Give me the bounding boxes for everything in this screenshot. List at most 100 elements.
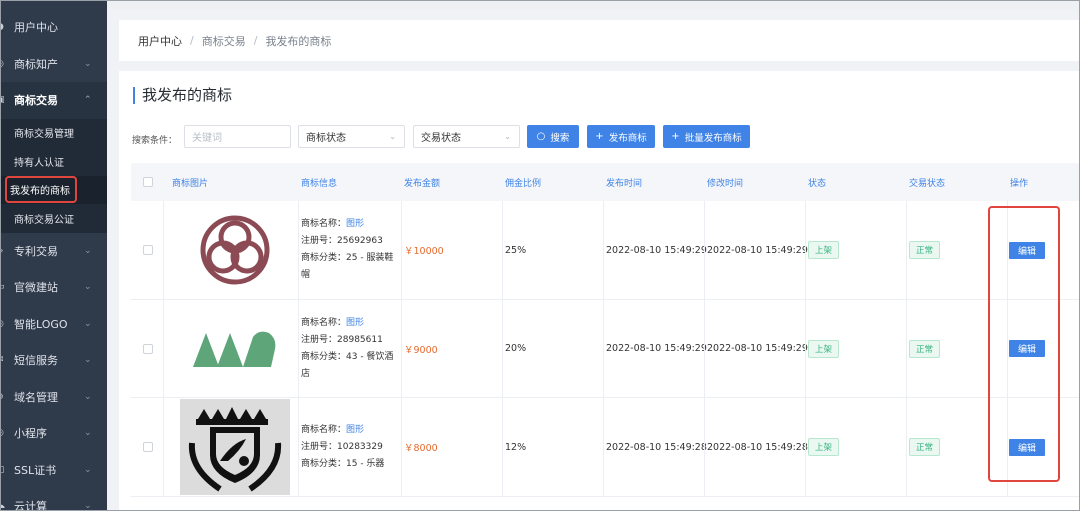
chevron-down-icon: ⌄ [84,428,92,439]
breadcrumb-item: 我发布的商标 [265,34,332,48]
sidebar-item-trademark-ip[interactable]: ◎ 商标知产 ⌄ [0,46,107,83]
trademark-logo-triangles [193,331,276,367]
modified-time: 2022-08-10 15:49:28 [707,441,808,453]
patent-icon: ◈ [0,246,6,256]
commission: 12% [505,441,527,453]
sidebar-item-label: 用户中心 [14,21,58,35]
header-status: 状态 [808,178,827,189]
breadcrumb-separator: / [253,34,258,47]
chevron-down-icon: ⌄ [84,318,92,329]
trademark-info: 商标名称：图形 注册号：28985611 商标分类：43 - 餐饮酒店 [301,317,394,379]
publish-button[interactable]: + 发布商标 [587,125,655,148]
row-checkbox[interactable] [143,442,153,452]
table-header: 商标图片 商标信息 发布金额 佣金比例 发布时间 修改时间 状态 交易状态 操作 [131,163,1080,201]
sidebar-item-trademark-trade[interactable]: ▣ 商标交易 ⌃ [0,82,107,119]
header-action: 操作 [1010,178,1029,189]
edit-button[interactable]: 编辑 [1009,340,1045,357]
trade-status-badge: 正常 [909,438,941,456]
submenu-item-trade-notary[interactable]: 商标交易公证 [0,204,107,233]
sidebar-item-sms[interactable]: ✉ 短信服务 ⌄ [0,342,107,379]
breadcrumb-item[interactable]: 商标交易 [202,33,246,49]
sidebar-item-label: 官微建站 [14,281,58,295]
keyword-input[interactable]: 关键词 [184,125,291,148]
column-divider [1007,201,1008,497]
row-checkbox[interactable] [143,343,153,354]
modified-time: 2022-08-10 15:49:29 [707,244,808,256]
sidebar-item-miniprogram[interactable]: ◎ 小程序 ⌄ [0,415,107,452]
trademark-name-link[interactable]: 图形 [346,425,364,435]
search-icon: ○ [536,131,546,142]
sidebar-item-domain[interactable]: ⊕ 域名管理 ⌄ [0,379,107,416]
trademark-logo-circles [200,215,270,285]
trademark-table: 商标图片 商标信息 发布金额 佣金比例 发布时间 修改时间 状态 交易状态 操作 [131,163,1080,497]
search-label: 搜索条件： [132,136,178,146]
sidebar-item-label: 云计算 [14,500,47,511]
trademark-status-select[interactable]: 商标状态 ⌄ [298,125,405,148]
sidebar-item-ssl[interactable]: ▢ SSL证书 ⌄ [0,452,107,489]
content-card: 我发布的商标 搜索条件： 关键词 商标状态 ⌄ 交易状态 ⌄ ○ 搜索 + 发布商标 +… [119,71,1080,511]
highlight-box: 我发布的商标 [5,176,77,204]
column-divider [401,201,402,497]
sidebar-item-website[interactable]: ▭ 官微建站 ⌄ [0,269,107,306]
circle-icon: ◎ [0,428,6,438]
chevron-down-icon: ⌄ [84,355,92,366]
trademark-image [172,201,298,299]
sidebar-item-label: 智能LOGO [14,317,68,331]
trade-status-select[interactable]: 交易状态 ⌄ [413,125,520,148]
trademark-name-link[interactable]: 图形 [346,318,364,328]
sidebar-item-label: 专利交易 [14,244,58,258]
chevron-down-icon: ⌄ [389,132,396,141]
published-time: 2022-08-10 15:49:29 [606,343,707,354]
modified-time: 2022-08-10 15:49:29 [707,343,808,354]
column-divider [603,201,604,497]
trade-status-badge: 正常 [909,241,941,259]
message-icon: ✉ [0,355,6,365]
sidebar-item-logo[interactable]: ◎ 智能LOGO ⌄ [0,306,107,343]
header-image: 商标图片 [172,178,209,189]
trademark-name-link[interactable]: 图形 [346,219,364,229]
batch-publish-button[interactable]: + 批量发布商标 [663,125,750,148]
breadcrumb-separator: / [190,34,194,47]
column-divider [906,201,907,497]
header-published: 发布时间 [606,178,643,189]
column-divider [805,201,806,497]
table-row: 商标名称：图形 注册号：28985611 商标分类：43 - 餐饮酒店 ￥900… [131,300,1080,398]
sidebar-item-patent[interactable]: ◈ 专利交易 ⌄ [0,233,107,270]
commission: 20% [505,343,527,354]
chevron-down-icon: ⌄ [84,282,92,293]
header-trade-status: 交易状态 [909,178,946,189]
breadcrumb-item[interactable]: 用户中心 [138,33,182,49]
monitor-icon: ▭ [0,282,5,293]
chevron-down-icon: ⌄ [84,391,92,402]
top-bar [107,0,1080,9]
column-divider [502,201,503,497]
sidebar-item-label: 商标知产 [14,57,58,71]
table-row: 商标名称：图形 注册号：25692963 商标分类：25 - 服装鞋帽 ￥100… [131,201,1080,300]
chevron-down-icon: ⌄ [84,58,92,69]
price: ￥9000 [404,344,438,356]
sidebar-item-user-center[interactable]: ● 用户中心 [0,9,107,46]
select-all-checkbox[interactable] [143,177,153,187]
trademark-image [172,300,298,398]
chevron-down-icon: ⌄ [84,464,92,475]
price: ￥10000 [404,246,444,257]
header-commission: 佣金比例 [505,178,542,189]
chevron-down-icon: ⌄ [84,245,92,256]
search-button[interactable]: ○ 搜索 [527,125,579,148]
globe-icon: ⊕ [0,392,6,402]
sidebar-item-cloud[interactable]: ☁ 云计算 ⌄ [0,488,107,511]
trademark-image [172,398,298,496]
commission: 25% [505,244,527,256]
circle-icon: ◎ [0,59,6,69]
submenu-item-trade-manage[interactable]: 商标交易管理 [0,118,107,147]
header-info: 商标信息 [301,178,338,189]
circle-icon: ◎ [0,319,6,329]
edit-button[interactable]: 编辑 [1009,438,1045,456]
plus-icon: + [595,131,604,142]
submenu-item-holder-auth[interactable]: 持有人认证 [0,147,107,176]
trademark-info: 商标名称：图形 注册号：10283329 商标分类：15 - 乐器 [301,424,385,469]
submenu-item-my-published[interactable]: 我发布的商标 [0,175,107,204]
published-time: 2022-08-10 15:49:29 [606,244,707,256]
row-checkbox[interactable] [143,245,153,255]
edit-button[interactable]: 编辑 [1009,241,1045,259]
